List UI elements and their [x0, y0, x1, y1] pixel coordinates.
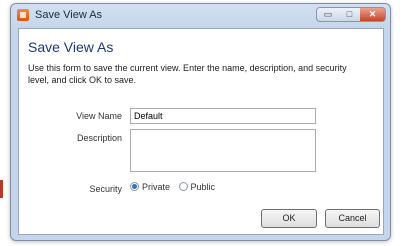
- security-radio-group: Private Public: [130, 181, 221, 195]
- description-label: Description: [76, 133, 122, 143]
- close-button[interactable]: ✕: [360, 7, 386, 22]
- form-description: Use this form to save the current view. …: [28, 63, 347, 85]
- view-name-input[interactable]: [130, 108, 316, 124]
- save-view-as-dialog: Save View As ▭ □ ✕ Save View As Use this…: [10, 3, 391, 241]
- security-label: Security: [89, 184, 122, 194]
- dialog-body: Save View As Use this form to save the c…: [18, 28, 384, 235]
- maximize-button[interactable]: □: [339, 7, 361, 22]
- view-name-label: View Name: [76, 111, 122, 121]
- security-private-label[interactable]: Private: [142, 182, 170, 192]
- title-bar[interactable]: Save View As ▭ □ ✕: [11, 4, 390, 28]
- security-public-radio[interactable]: [178, 182, 188, 192]
- window-title: Save View As: [35, 9, 103, 21]
- cancel-button[interactable]: Cancel: [325, 209, 380, 228]
- security-private-radio[interactable]: [130, 182, 139, 192]
- screen-background: Save View As ▭ □ ✕ Save View As Use this…: [0, 0, 402, 246]
- security-public-label[interactable]: Public: [191, 182, 216, 192]
- maximize-icon: □: [346, 9, 353, 19]
- form-heading: Save View As: [28, 39, 114, 55]
- minimize-icon: ▭: [323, 9, 333, 19]
- app-icon: [17, 9, 29, 21]
- close-icon: ✕: [368, 9, 377, 19]
- description-input[interactable]: [130, 129, 316, 172]
- ok-button[interactable]: OK: [261, 209, 317, 228]
- minimize-button[interactable]: ▭: [316, 7, 340, 22]
- background-app-edge: [0, 180, 3, 198]
